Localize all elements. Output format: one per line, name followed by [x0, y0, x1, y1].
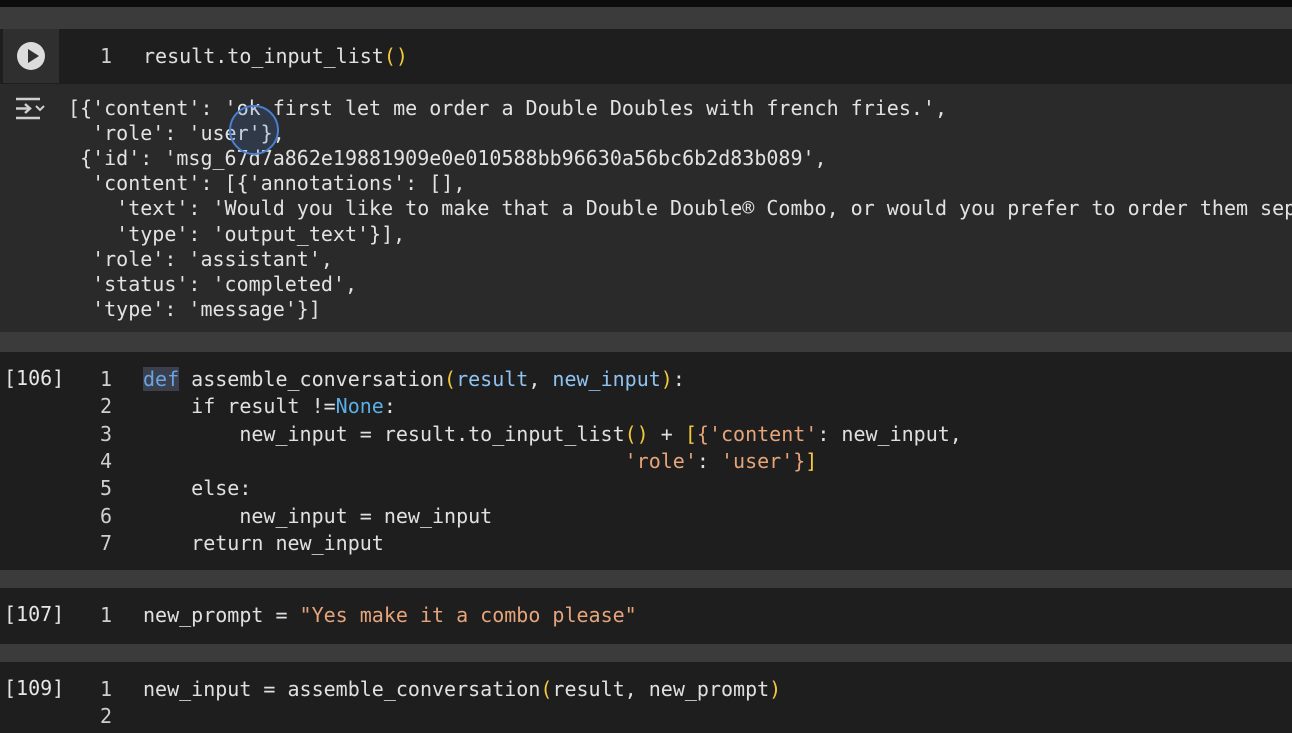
code-line[interactable]: 6 new_input = new_input	[0, 503, 1292, 530]
code-token: 'user'	[720, 448, 794, 473]
code-token: 'content'	[708, 421, 818, 446]
code-token: )	[660, 367, 673, 391]
cell-separator	[0, 7, 1292, 29]
mouse-cursor-highlight	[229, 105, 279, 155]
code-token: {	[696, 421, 709, 446]
line-number: 1	[99, 367, 112, 391]
output-line: 'text': 'Would you like to make that a D…	[68, 196, 1292, 221]
code-line[interactable]: 2 if result !=None:	[0, 393, 1292, 420]
code-token: 'role'	[624, 448, 697, 473]
output-line: [{'content': 'ok first let me order a Do…	[68, 96, 947, 120]
code-token: (	[540, 677, 553, 701]
code-token: new_input = new_input	[143, 503, 493, 528]
code-text[interactable]: def assemble_conversation(result, new_in…	[143, 366, 685, 393]
code-line[interactable]: 5 else:	[0, 475, 1292, 502]
code-token: (	[444, 367, 457, 391]
cell-separator	[0, 332, 1292, 352]
output-line: 'status': 'completed',	[68, 271, 357, 296]
line-number: 1	[99, 677, 112, 701]
cell-output: [{'content': 'ok first let me order a Do…	[0, 84, 1292, 332]
line-number: 6	[99, 503, 112, 528]
code-token: new_input = assemble_conversation	[143, 677, 541, 701]
code-text[interactable]: else:	[143, 475, 251, 502]
line-number: 2	[99, 394, 112, 419]
code-token: ]	[805, 448, 818, 473]
code-token: :	[696, 448, 721, 473]
code-token: ,	[528, 367, 553, 391]
top-bar	[0, 0, 1292, 7]
code-text[interactable]: if result !=None:	[143, 393, 396, 420]
line-number: 1	[99, 603, 112, 627]
output-line: 'content': [{'annotations': [],	[68, 171, 466, 196]
code-token: None	[335, 394, 384, 419]
output-line: 'type': 'output_text'}],	[68, 221, 406, 246]
code-token: new_input	[552, 367, 661, 391]
code-text[interactable]: 'role': 'user'}]	[143, 448, 818, 475]
code-text[interactable]: new_input = assemble_conversation(result…	[143, 676, 781, 703]
code-token: new_input = result.to_input_list	[143, 421, 625, 446]
code-line[interactable]: 4 'role': 'user'}]	[0, 448, 1292, 475]
cell-separator	[0, 570, 1292, 588]
code-token: assemble_conversation	[179, 367, 445, 391]
code-line[interactable]: 1 new_prompt = "Yes make it a combo pleas…	[0, 602, 1292, 629]
code-text[interactable]: new_input = new_input	[143, 503, 492, 530]
code-text[interactable]: result.to_input_list()	[143, 43, 408, 70]
code-line[interactable]: 1 new_input = assemble_conversation(resul…	[0, 676, 1292, 703]
output-line: 'type': 'message'}]	[68, 296, 321, 321]
line-number: 7	[99, 530, 112, 555]
line-number: 3	[99, 421, 112, 446]
code-text[interactable]: new_prompt = "Yes make it a combo please…	[143, 602, 637, 629]
code-token: result	[456, 367, 529, 391]
output-line: {'id': 'msg_67d7a862e19881909e0e010588bb…	[68, 146, 827, 171]
output-line: 'role': 'assistant',	[68, 246, 333, 271]
code-token: "Yes make it a combo please"	[299, 603, 637, 627]
code-token: :	[383, 394, 396, 419]
code-text[interactable]: new_input = result.to_input_list() + [{'…	[143, 421, 962, 448]
code-line[interactable]: 1 result.to_input_list()	[0, 43, 1292, 70]
output-collapse-icon[interactable]	[14, 96, 46, 122]
code-cell[interactable]: [109] 1 new_input = assemble_conversation(…	[0, 662, 1292, 733]
code-token: if result !=	[143, 394, 336, 419]
code-token: return new_input	[143, 530, 384, 555]
code-token: new_prompt =	[143, 603, 300, 627]
code-text[interactable]: return new_input	[143, 530, 384, 557]
code-token: result, new_prompt	[552, 677, 770, 701]
code-token: else:	[143, 476, 252, 501]
code-token: :	[672, 367, 685, 391]
code-line[interactable]: 7 return new_input	[0, 530, 1292, 557]
code-token: +	[648, 421, 685, 446]
code-cell[interactable]: [107] 1 new_prompt = "Yes make it a combo …	[0, 588, 1292, 644]
code-line[interactable]: 3 new_input = result.to_input_list() + […	[0, 421, 1292, 448]
code-cell[interactable]: 1 result.to_input_list()	[0, 29, 1292, 84]
line-number: 4	[99, 448, 112, 473]
line-number: 2	[99, 704, 112, 728]
code-token: result.to_input_list	[143, 44, 384, 68]
code-line[interactable]: 1 def assemble_conversation(result, new_i…	[0, 366, 1292, 393]
code-token: ()	[383, 44, 408, 68]
code-token: : new_input,	[817, 421, 962, 446]
line-number: 5	[99, 476, 112, 501]
line-number: 1	[99, 44, 112, 68]
code-token: [	[684, 421, 697, 446]
code-token: ()	[624, 421, 649, 446]
code-token: def	[143, 367, 180, 391]
code-token: )	[769, 677, 782, 701]
code-line[interactable]: 2	[0, 703, 1292, 730]
code-cell[interactable]: [106] 1 def assemble_conversation(result, …	[0, 352, 1292, 570]
cell-separator	[0, 644, 1292, 662]
code-token: }	[793, 448, 806, 473]
